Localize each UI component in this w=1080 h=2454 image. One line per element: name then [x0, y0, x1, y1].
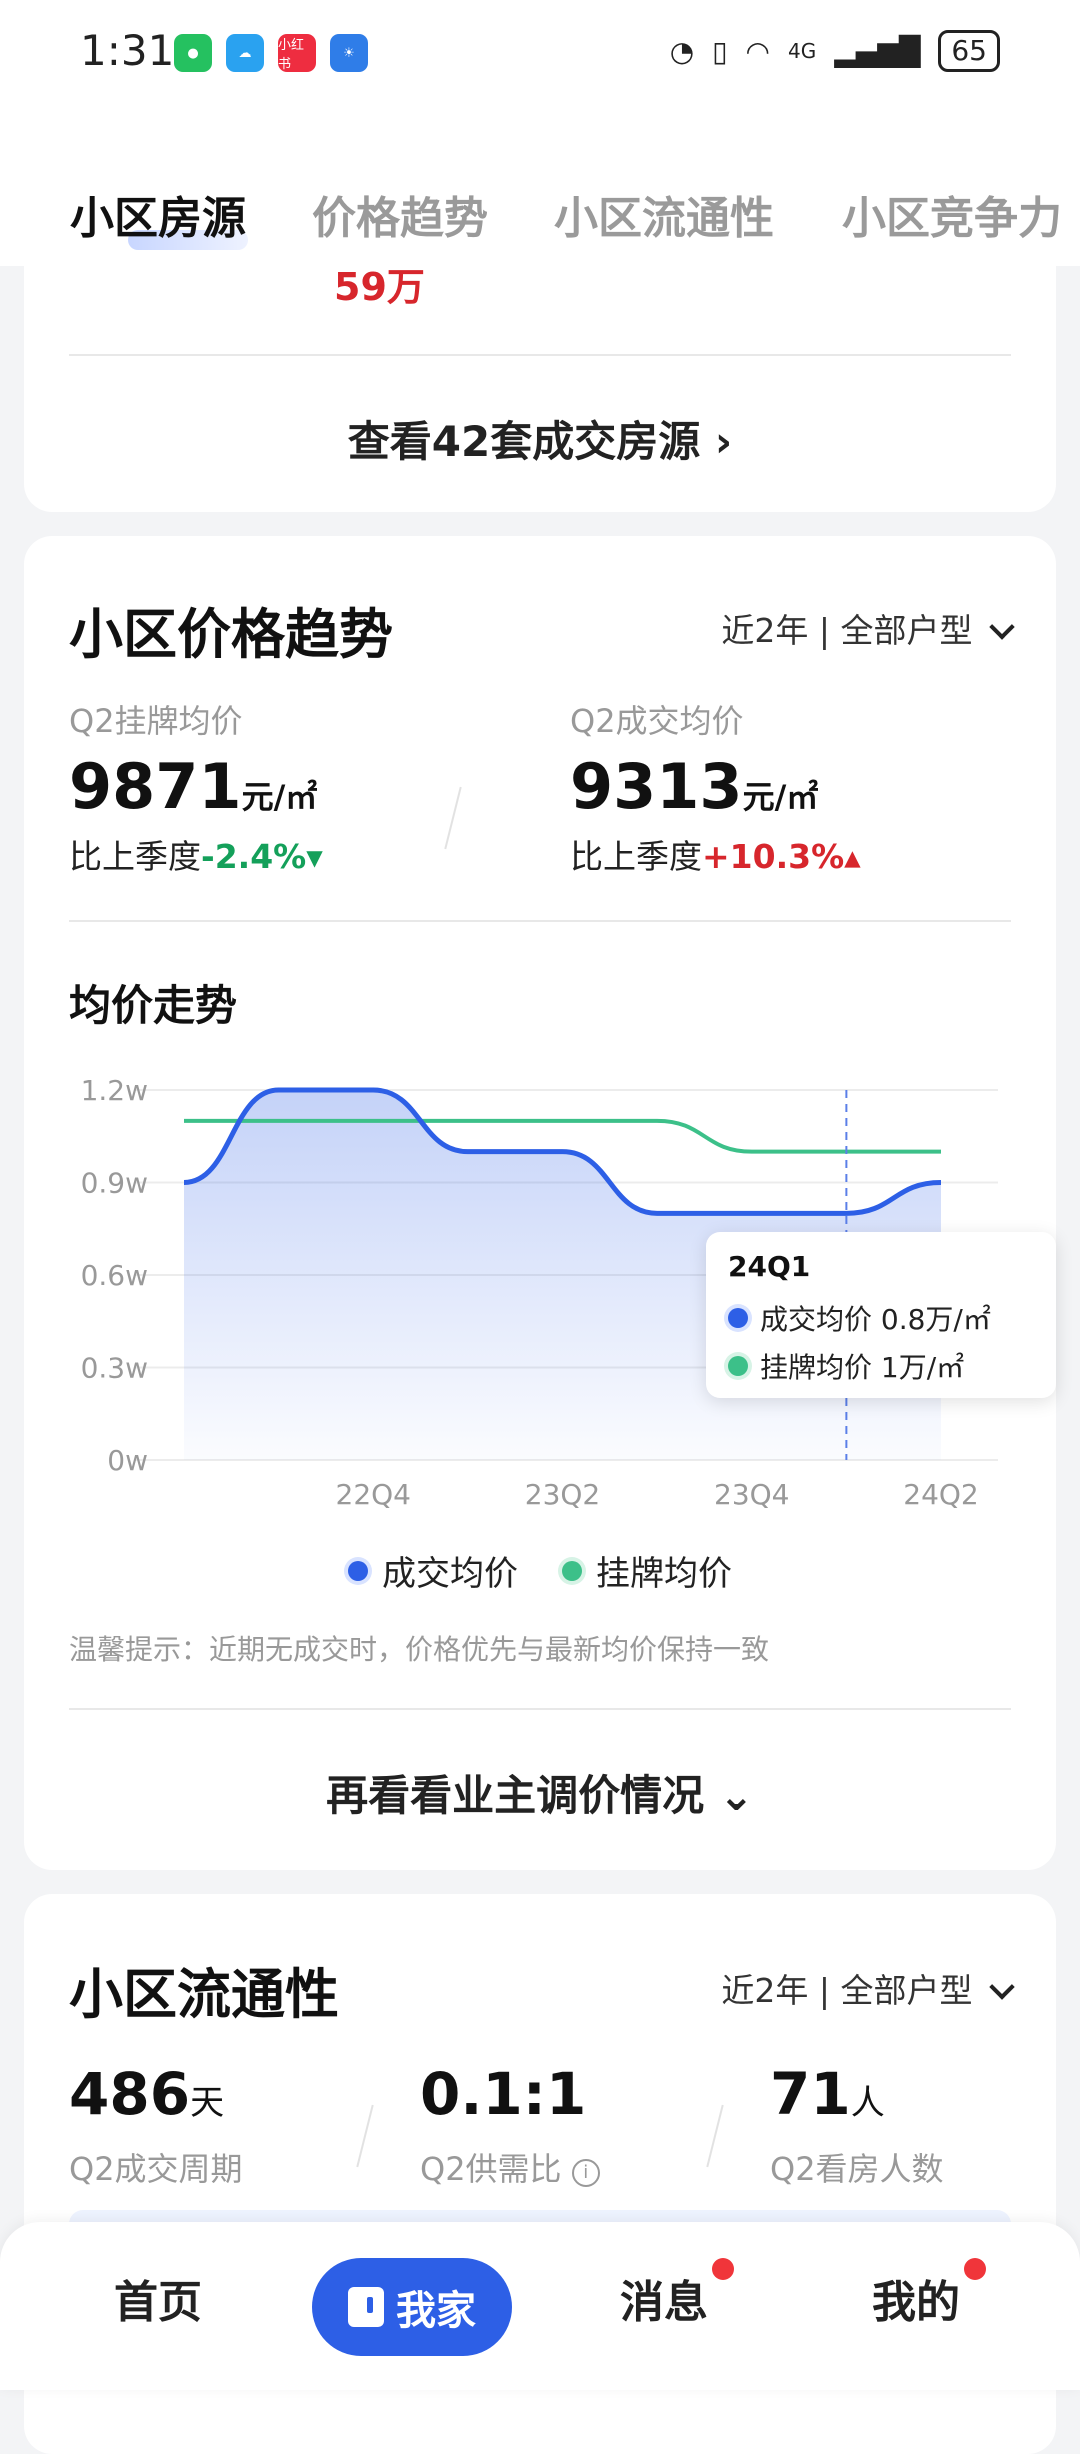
section-title: 小区流通性	[69, 1963, 339, 2026]
legend-deal-label: 成交均价	[382, 1554, 518, 1594]
chevron-down-icon: ⌄	[718, 1771, 754, 1820]
tab-price-trend[interactable]: 价格趋势	[312, 182, 488, 246]
tab-bar: 小区房源 价格趋势 小区流通性 小区竞争力	[0, 110, 1080, 266]
view-all-deals-label: 查看42套成交房源	[347, 417, 701, 466]
y-tick-label: 1.2w	[81, 1074, 148, 1107]
deal-cycle-value: 486天	[69, 2060, 224, 2128]
system-icons: ◔ ▯ ◠ 4G ▂▄▆█ 65	[670, 30, 1000, 72]
deal-cycle-number: 486	[69, 2060, 191, 2128]
tooltip-listing-text: 挂牌均价 1万/㎡	[760, 1351, 965, 1384]
deal-cycle-unit: 天	[190, 2083, 225, 2123]
cloud-icon: ☁	[226, 34, 264, 72]
tooltip-title: 24Q1	[728, 1250, 811, 1283]
x-tick-label: 24Q2	[903, 1478, 978, 1511]
filter-dropdown[interactable]: 近2年 | 全部户型	[721, 1964, 1015, 2012]
tooltip-deal-row: 成交均价 0.8万/㎡	[728, 1298, 991, 1338]
y-tick-label: 0w	[107, 1444, 148, 1477]
y-tick-label: 0.6w	[81, 1259, 148, 1292]
tooltip-listing-row: 挂牌均价 1万/㎡	[728, 1346, 964, 1386]
viewers-label: Q2看房人数	[770, 2150, 944, 2188]
tab-liquidity[interactable]: 小区流通性	[554, 182, 774, 246]
legend-listing-dot-icon	[562, 1560, 582, 1581]
nav-messages[interactable]: 消息	[620, 2266, 708, 2330]
metric-separator	[706, 2104, 724, 2168]
status-time: 1:31	[80, 26, 175, 75]
deal-dot-icon	[728, 1308, 748, 1328]
supply-demand-value: 0.1:1	[420, 2060, 587, 2128]
signal-icon: 4G	[787, 39, 817, 63]
viewers-number: 71	[770, 2060, 851, 2128]
wifi-icon: ◠	[745, 34, 770, 68]
chart-legend: 成交均价 挂牌均价	[24, 1546, 1056, 1595]
vibrate-icon: ▯	[712, 34, 728, 68]
owner-price-adjust-link[interactable]: 再看看业主调价情况 ⌄	[24, 1762, 1056, 1823]
nav-myhome[interactable]: 我家	[312, 2258, 512, 2356]
chevron-right-icon: ›	[714, 417, 733, 466]
divider	[69, 1708, 1011, 1710]
tooltip-deal-text: 成交均价 0.8万/㎡	[760, 1303, 991, 1336]
x-tick-label: 22Q4	[336, 1478, 411, 1511]
y-tick-label: 0.9w	[81, 1167, 148, 1200]
legend-deal[interactable]: 成交均价	[348, 1546, 518, 1595]
status-bar: 1:31 ● ☁ 小红书 ☀ ◔ ▯ ◠ 4G ▂▄▆█ 65	[0, 0, 1080, 110]
info-icon[interactable]: i	[571, 2159, 600, 2187]
weather-icon: ☀	[330, 34, 368, 72]
legend-listing[interactable]: 挂牌均价	[562, 1546, 732, 1595]
xiaohongshu-icon: 小红书	[278, 34, 316, 72]
owner-price-adjust-label: 再看看业主调价情况	[326, 1771, 705, 1820]
metric-separator	[356, 2104, 374, 2168]
legend-deal-dot-icon	[348, 1560, 368, 1581]
view-all-deals-link[interactable]: 查看42套成交房源 ›	[24, 408, 1056, 469]
listing-dot-icon	[728, 1356, 748, 1376]
chart-tip: 温馨提示：近期无成交时，价格优先与最新均价保持一致	[69, 1633, 770, 1666]
messages-badge	[712, 2258, 734, 2280]
speed-icon: ◔	[669, 34, 695, 68]
supply-demand-label: Q2供需比	[420, 2150, 562, 2188]
tab-competitiveness[interactable]: 小区竞争力	[842, 182, 1062, 246]
notification-icons: ● ☁ 小红书 ☀	[174, 34, 368, 72]
bottom-nav: 首页 我家 消息 我的	[0, 2222, 1080, 2390]
filter-label: 近2年 | 全部户型	[721, 1971, 973, 2010]
wechat-icon: ●	[174, 34, 212, 72]
nav-mine[interactable]: 我的	[872, 2266, 960, 2330]
mine-badge	[964, 2258, 986, 2280]
chart-tooltip: 24Q1 成交均价 0.8万/㎡ 挂牌均价 1万/㎡	[706, 1232, 1056, 1398]
supply-demand-label-row: Q2供需比 i	[420, 2144, 600, 2190]
nav-myhome-label: 我家	[396, 2288, 476, 2334]
legend-listing-label: 挂牌均价	[596, 1554, 732, 1594]
chevron-down-icon	[989, 1974, 1015, 2000]
tab-listings[interactable]: 小区房源	[70, 182, 246, 246]
viewers-unit: 人	[850, 2083, 885, 2123]
x-tick-label: 23Q4	[714, 1478, 789, 1511]
x-tick-label: 23Q2	[525, 1478, 600, 1511]
y-tick-label: 0.3w	[81, 1352, 148, 1385]
viewers-value: 71人	[770, 2060, 885, 2128]
nav-home[interactable]: 首页	[114, 2266, 202, 2330]
deal-cycle-label: Q2成交周期	[69, 2150, 243, 2188]
signal-bars-icon: ▂▄▆█	[834, 34, 921, 68]
door-icon	[348, 2287, 384, 2327]
battery-icon: 65	[938, 30, 1000, 72]
divider	[69, 354, 1011, 356]
price-trend-card: 小区价格趋势 近2年 | 全部户型 Q2挂牌均价 9871元/㎡ 比上季度-2.…	[24, 536, 1056, 1870]
